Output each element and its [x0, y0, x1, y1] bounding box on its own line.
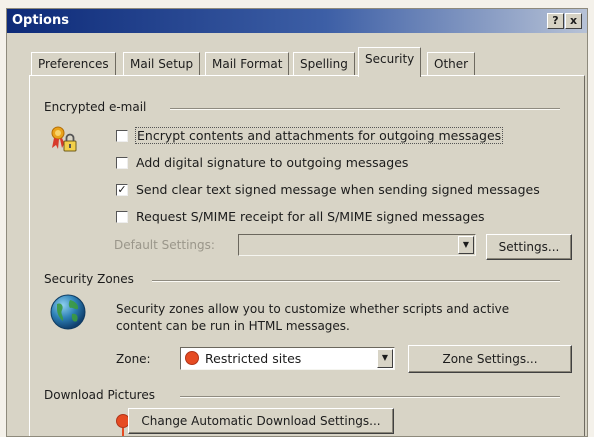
- chevron-down-icon[interactable]: ▼: [458, 236, 474, 254]
- section-divider: [152, 280, 560, 282]
- title-bar[interactable]: Options ? x: [7, 9, 587, 33]
- encrypt-contents-checkbox[interactable]: [116, 129, 128, 142]
- options-dialog: Options ? x Preferences Mail Setup Mail …: [6, 8, 588, 437]
- download-pictures-heading: Download Pictures: [44, 388, 155, 402]
- restricted-sites-icon: [185, 351, 199, 365]
- add-signature-label: Add digital signature to outgoing messag…: [136, 155, 409, 170]
- tab-spelling[interactable]: Spelling: [293, 52, 355, 76]
- close-button[interactable]: x: [565, 13, 582, 29]
- certificate-lock-icon: [48, 124, 80, 156]
- request-receipt-label: Request S/MIME receipt for all S/MIME si…: [136, 209, 485, 224]
- request-receipt-checkbox[interactable]: [116, 210, 128, 223]
- zone-select-value: Restricted sites: [205, 351, 302, 366]
- tab-mail-format[interactable]: Mail Format: [205, 52, 290, 76]
- zones-description-line2: content can be run in HTML messages.: [116, 319, 350, 333]
- clear-text-signed-label: Send clear text signed message when send…: [136, 182, 540, 197]
- chevron-down-icon[interactable]: ▼: [377, 349, 393, 368]
- window-title: Options: [12, 13, 69, 28]
- add-signature-checkbox[interactable]: [116, 156, 128, 169]
- encrypted-email-heading: Encrypted e-mail: [44, 100, 147, 114]
- option-encrypt-contents[interactable]: Encrypt contents and attachments for out…: [116, 127, 504, 144]
- option-request-receipt[interactable]: Request S/MIME receipt for all S/MIME si…: [116, 209, 485, 224]
- section-divider: [180, 396, 560, 398]
- clear-text-signed-checkbox[interactable]: ✓: [116, 183, 128, 196]
- tab-preferences[interactable]: Preferences: [31, 52, 116, 76]
- default-settings-label: Default Settings:: [114, 238, 215, 252]
- tab-other[interactable]: Other: [427, 52, 476, 76]
- encrypt-contents-label: Encrypt contents and attachments for out…: [134, 127, 504, 144]
- help-button[interactable]: ?: [547, 13, 564, 29]
- zone-settings-button[interactable]: Zone Settings...: [408, 345, 572, 373]
- security-zones-heading: Security Zones: [44, 272, 134, 286]
- section-divider: [170, 108, 560, 110]
- zone-select[interactable]: Restricted sites ▼: [180, 347, 395, 370]
- option-clear-text-signed[interactable]: ✓ Send clear text signed message when se…: [116, 182, 540, 197]
- zones-description-line1: Security zones allow you to customize wh…: [116, 302, 510, 316]
- marker-stem: [122, 428, 124, 436]
- settings-button[interactable]: Settings...: [486, 234, 572, 260]
- globe-icon: [48, 292, 88, 332]
- change-download-settings-button[interactable]: Change Automatic Download Settings...: [128, 408, 394, 434]
- zone-label: Zone:: [116, 352, 151, 366]
- default-settings-select[interactable]: ▼: [238, 234, 476, 256]
- tab-security[interactable]: Security: [358, 47, 422, 77]
- option-add-signature[interactable]: Add digital signature to outgoing messag…: [116, 155, 408, 170]
- security-tab-panel: Encrypted e-mail Encrypt contents and at…: [29, 75, 585, 436]
- tab-mail-setup[interactable]: Mail Setup: [123, 52, 201, 76]
